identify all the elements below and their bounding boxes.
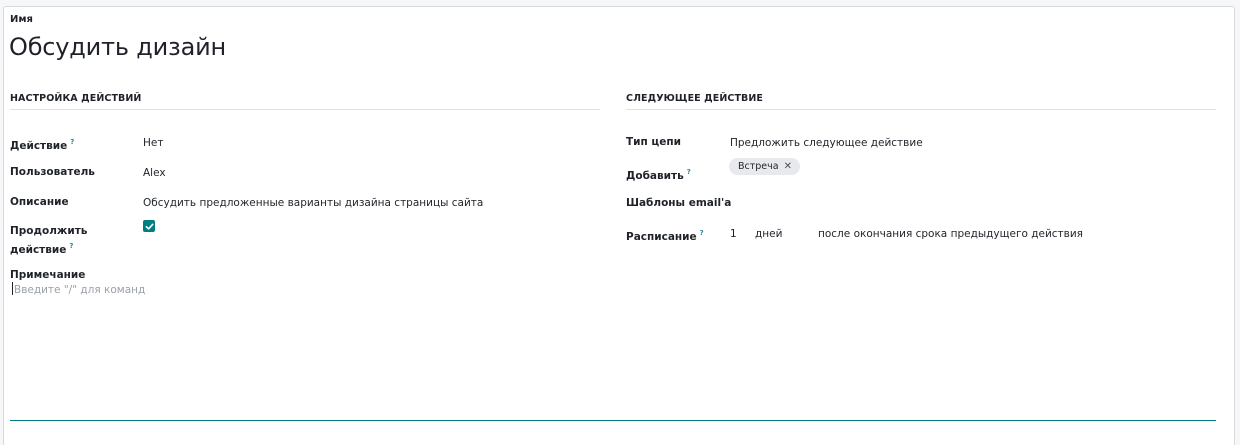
note-placeholder: Введите "/" для команд — [14, 284, 146, 296]
schedule-label: Расписание? — [626, 229, 704, 243]
text-cursor — [12, 282, 13, 295]
help-icon[interactable]: ? — [687, 168, 691, 176]
form-sheet — [3, 6, 1235, 445]
action-label: Действие? — [10, 138, 75, 152]
note-label: Примечание — [10, 269, 86, 281]
action-select[interactable]: Нет — [143, 136, 163, 151]
help-icon[interactable]: ? — [700, 229, 704, 237]
email-templates-label: Шаблоны email'а — [626, 197, 732, 209]
activity-tag[interactable]: Встреча ✕ — [729, 158, 800, 175]
schedule-number-input[interactable]: 1 — [730, 227, 737, 242]
activity-settings-heading: НАСТРОЙКА ДЕЙСТВИЙ — [10, 93, 600, 110]
add-label: Добавить? — [626, 168, 691, 182]
focus-underline — [10, 420, 1216, 421]
schedule-relation-select[interactable]: после окончания срока предыдущего действ… — [818, 227, 1083, 242]
name-field-label: Имя — [10, 14, 33, 25]
chain-type-select[interactable]: Предложить следующее действие — [730, 136, 923, 151]
chain-type-label: Тип цепи — [626, 136, 681, 148]
continue-action-checkbox[interactable] — [143, 220, 155, 232]
help-icon[interactable]: ? — [70, 138, 74, 146]
continue-action-label: Продолжить действие? — [10, 225, 88, 256]
checkmark-icon — [145, 223, 154, 230]
user-label: Пользователь — [10, 166, 95, 178]
help-icon[interactable]: ? — [69, 242, 73, 250]
description-input[interactable]: Обсудить предложенные варианты дизайна с… — [143, 196, 483, 211]
activity-tag-label: Встреча — [738, 161, 779, 172]
next-activity-heading: СЛЕДУЮЩЕЕ ДЕЙСТВИЕ — [626, 93, 1216, 110]
schedule-unit-select[interactable]: дней — [755, 227, 782, 242]
user-select[interactable]: Alex — [143, 166, 166, 181]
record-title-input[interactable]: Обсудить дизайн — [9, 33, 226, 61]
note-editor[interactable]: Введите "/" для команд — [12, 282, 145, 296]
remove-tag-icon[interactable]: ✕ — [784, 161, 792, 172]
description-label: Описание — [10, 196, 69, 208]
